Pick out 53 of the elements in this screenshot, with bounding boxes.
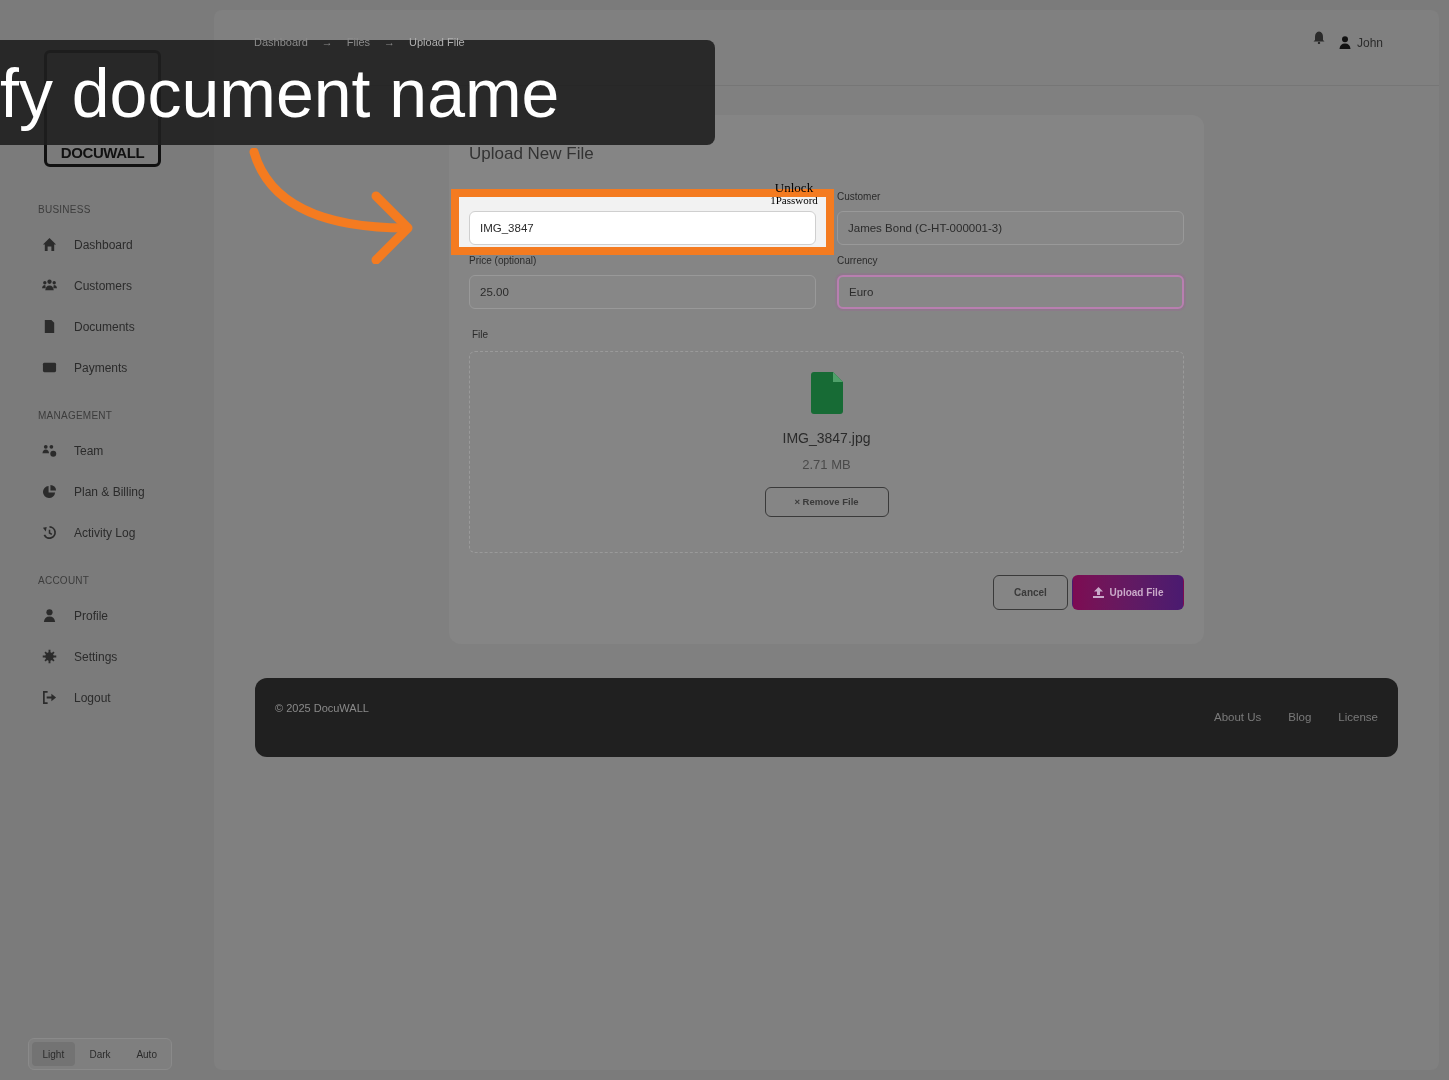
history-icon (42, 525, 57, 540)
sidebar-item[interactable]: Dashboard (38, 224, 214, 265)
sidebar-item[interactable]: Profile (38, 595, 214, 636)
theme-option[interactable]: Light (32, 1042, 75, 1066)
settings-icon (42, 649, 57, 664)
pie-chart-icon (42, 484, 57, 499)
breadcrumb-item[interactable]: Files (346, 34, 371, 51)
logout-icon (42, 690, 57, 705)
people-icon (42, 278, 57, 293)
sidebar-item[interactable]: Settings (38, 636, 214, 677)
breadcrumb-item[interactable]: Dashboard (254, 34, 308, 51)
field-label: Customer (837, 190, 881, 202)
upload-button[interactable]: Upload File (1072, 574, 1184, 610)
document-icon (42, 319, 57, 334)
file-size: 2.71 MB (802, 455, 851, 474)
section-heading: ACCOUNT (38, 574, 91, 588)
text-field[interactable]: James Bond (C-HT-000001-3) (837, 210, 1184, 245)
section-heading: BUSINESS (38, 203, 92, 217)
footer-link[interactable]: Blog (1288, 708, 1312, 757)
home-icon (42, 237, 57, 252)
sidebar-item[interactable]: Customers (38, 265, 214, 306)
file-icon (810, 371, 843, 414)
theme-option[interactable]: Dark (78, 1042, 122, 1066)
copyright-text: © 2025 DocuWALL (275, 700, 369, 716)
breadcrumb-item[interactable]: → (321, 34, 333, 51)
form-title: Upload New File (469, 143, 594, 165)
text-field[interactable]: Euro (837, 274, 1184, 309)
field-label: Price (optional) (469, 254, 537, 266)
sidebar-item[interactable]: Documents (38, 306, 214, 347)
field-label: File (472, 327, 490, 342)
sidebar-item[interactable]: Logout (38, 677, 214, 718)
user-menu[interactable]: John (1338, 33, 1383, 52)
bell-icon[interactable] (1312, 31, 1325, 44)
text-field[interactable]: IMG_3847 (469, 210, 816, 245)
breadcrumb-item[interactable]: → (384, 34, 396, 51)
field-label: Currency (837, 254, 878, 266)
user-icon (1338, 36, 1351, 49)
file-drop-zone[interactable]: IMG_3847.jpg 2.71 MB × Remove File (469, 350, 1184, 553)
sidebar-item[interactable]: Activity Log (38, 512, 214, 553)
cancel-button[interactable]: Cancel (993, 574, 1068, 610)
text-field[interactable]: 25.00 (469, 274, 816, 309)
theme-option[interactable]: Auto (125, 1042, 168, 1066)
sidebar-item[interactable]: Plan & Billing (38, 471, 214, 512)
sidebar-item[interactable]: Payments (38, 347, 214, 388)
sidebar-item[interactable]: Team (38, 430, 214, 471)
footer-link[interactable]: License (1338, 708, 1378, 757)
section-heading: MANAGEMENT (38, 409, 114, 423)
file-name: IMG_3847.jpg (782, 428, 871, 448)
user-icon (42, 608, 57, 623)
footer-link[interactable]: About Us (1214, 708, 1262, 757)
upload-icon (1092, 586, 1104, 598)
breadcrumb-item: Upload File (409, 35, 465, 51)
remove-file-button[interactable]: × Remove File (764, 487, 889, 517)
